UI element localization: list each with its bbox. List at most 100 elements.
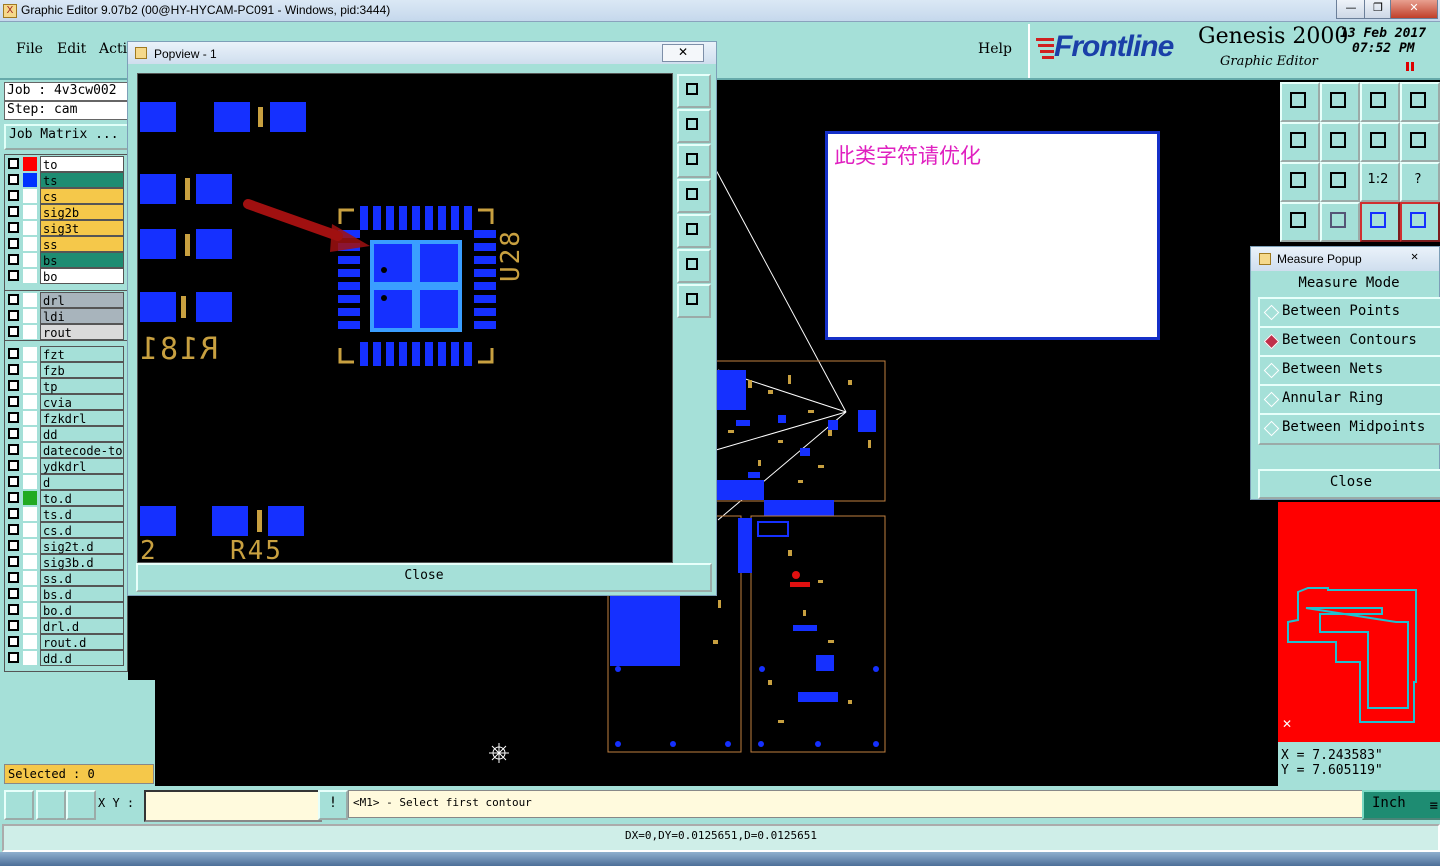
layer-color-swatch[interactable] xyxy=(23,347,37,361)
layer-name[interactable]: sig3b.d xyxy=(40,554,124,570)
layer-color-swatch[interactable] xyxy=(23,173,37,187)
grid-icon[interactable] xyxy=(1320,202,1360,242)
net-compare-icon[interactable] xyxy=(1400,202,1440,242)
measure-option-between-points[interactable]: Between Points xyxy=(1258,297,1440,329)
layer-name[interactable]: to xyxy=(40,156,124,172)
pan-down-icon[interactable] xyxy=(1320,82,1360,122)
net-highlight-icon[interactable] xyxy=(1360,202,1400,242)
grid-snap-icon[interactable] xyxy=(66,790,96,820)
layer-checkbox[interactable] xyxy=(8,604,19,615)
layer-color-swatch[interactable] xyxy=(23,309,37,323)
layer-color-swatch[interactable] xyxy=(23,379,37,393)
popview-close-button[interactable]: Close xyxy=(136,563,712,592)
layer-name[interactable]: sig2b xyxy=(40,204,124,220)
layer-checkbox[interactable] xyxy=(8,348,19,359)
layer-name[interactable]: sig3t xyxy=(40,220,124,236)
layer-name[interactable]: fzt xyxy=(40,346,124,362)
job-matrix-button[interactable]: Job Matrix ... xyxy=(4,124,133,150)
layer-name[interactable]: dd xyxy=(40,426,124,442)
layer-row-cs[interactable]: cs xyxy=(6,188,124,204)
layer-row-to.d[interactable]: to.d xyxy=(6,490,124,506)
snap-icon[interactable] xyxy=(4,790,34,820)
layer-checkbox[interactable] xyxy=(8,636,19,647)
layer-checkbox[interactable] xyxy=(8,396,19,407)
minimap[interactable]: ✕ xyxy=(1278,502,1440,742)
layer-checkbox[interactable] xyxy=(8,380,19,391)
layer-color-swatch[interactable] xyxy=(23,507,37,521)
popview-pan-right-icon[interactable] xyxy=(677,214,711,248)
pan-right-icon[interactable] xyxy=(1320,122,1360,162)
layer-color-swatch[interactable] xyxy=(23,539,37,553)
layer-name[interactable]: bs.d xyxy=(40,586,124,602)
window-split-icon[interactable] xyxy=(1400,82,1440,122)
layer-color-swatch[interactable] xyxy=(23,555,37,569)
popview-pan-up-icon[interactable] xyxy=(677,109,711,143)
zoom-ratio-button[interactable]: 1:2 xyxy=(1360,162,1400,202)
layer-color-swatch[interactable] xyxy=(23,619,37,633)
layer-color-swatch[interactable] xyxy=(23,325,37,339)
drc-tools-icon[interactable] xyxy=(1280,202,1320,242)
layer-name[interactable]: ts.d xyxy=(40,506,124,522)
layer-name[interactable]: fzb xyxy=(40,362,124,378)
layer-name[interactable]: dd.d xyxy=(40,650,124,666)
zoom-fit-icon[interactable] xyxy=(1320,162,1360,202)
layer-row-sig3b.d[interactable]: sig3b.d xyxy=(6,554,124,570)
measure-option-between-contours[interactable]: Between Contours xyxy=(1258,326,1440,358)
layer-checkbox[interactable] xyxy=(8,460,19,471)
layer-checkbox[interactable] xyxy=(8,556,19,567)
layer-row-datecode-to[interactable]: datecode-to xyxy=(6,442,124,458)
layer-row-sig2b[interactable]: sig2b xyxy=(6,204,124,220)
layer-row-drl.d[interactable]: drl.d xyxy=(6,618,124,634)
layer-color-swatch[interactable] xyxy=(23,571,37,585)
layer-row-ts[interactable]: ts xyxy=(6,172,124,188)
close-window-button[interactable]: ✕ xyxy=(1390,0,1438,19)
layer-row-bo.d[interactable]: bo.d xyxy=(6,602,124,618)
layer-color-swatch[interactable] xyxy=(23,189,37,203)
layer-row-dd[interactable]: dd xyxy=(6,426,124,442)
popview-zoom-fit-icon[interactable] xyxy=(677,284,711,318)
menu-help[interactable]: Help xyxy=(978,41,1012,57)
layer-row-bs[interactable]: bs xyxy=(6,252,124,268)
layer-name[interactable]: cvia xyxy=(40,394,124,410)
layer-checkbox[interactable] xyxy=(8,524,19,535)
layer-row-bo[interactable]: bo xyxy=(6,268,124,284)
layer-row-drl[interactable]: drl xyxy=(6,292,124,308)
layer-color-swatch[interactable] xyxy=(23,363,37,377)
layer-name[interactable]: d xyxy=(40,474,124,490)
xy-input[interactable] xyxy=(144,790,322,822)
layer-color-swatch[interactable] xyxy=(23,651,37,665)
layer-checkbox[interactable] xyxy=(8,326,19,337)
layer-checkbox[interactable] xyxy=(8,310,19,321)
layer-color-swatch[interactable] xyxy=(23,475,37,489)
popview-title-bar[interactable]: Popview - 1 ✕ xyxy=(128,42,716,64)
layer-name[interactable]: bs xyxy=(40,252,124,268)
measure-option-annular-ring[interactable]: Annular Ring xyxy=(1258,384,1440,416)
layer-name[interactable]: ldi xyxy=(40,308,124,324)
layer-checkbox[interactable] xyxy=(8,428,19,439)
layer-name[interactable]: drl xyxy=(40,292,124,308)
layer-checkbox[interactable] xyxy=(8,508,19,519)
layer-row-ss[interactable]: ss xyxy=(6,236,124,252)
layer-color-swatch[interactable] xyxy=(23,221,37,235)
layer-checkbox[interactable] xyxy=(8,174,19,185)
layer-checkbox[interactable] xyxy=(8,206,19,217)
layer-row-d[interactable]: d xyxy=(6,474,124,490)
layer-row-rout[interactable]: rout xyxy=(6,324,124,340)
layer-name[interactable]: datecode-to xyxy=(40,442,124,458)
maximize-button[interactable]: ❐ xyxy=(1364,0,1392,19)
layer-name[interactable]: cs.d xyxy=(40,522,124,538)
menu-edit[interactable]: Edit xyxy=(57,41,86,57)
layer-name[interactable]: tp xyxy=(40,378,124,394)
layer-name[interactable]: drl.d xyxy=(40,618,124,634)
layer-checkbox[interactable] xyxy=(8,476,19,487)
layer-checkbox[interactable] xyxy=(8,254,19,265)
layer-color-swatch[interactable] xyxy=(23,205,37,219)
layer-row-ts.d[interactable]: ts.d xyxy=(6,506,124,522)
measure-option-between-midpoints[interactable]: Between Midpoints xyxy=(1258,413,1440,445)
layer-name[interactable]: bo.d xyxy=(40,602,124,618)
layer-checkbox[interactable] xyxy=(8,620,19,631)
layer-name[interactable]: ss xyxy=(40,236,124,252)
popview-pan-down-icon[interactable] xyxy=(677,144,711,178)
layer-checkbox[interactable] xyxy=(8,222,19,233)
layer-row-ldi[interactable]: ldi xyxy=(6,308,124,324)
